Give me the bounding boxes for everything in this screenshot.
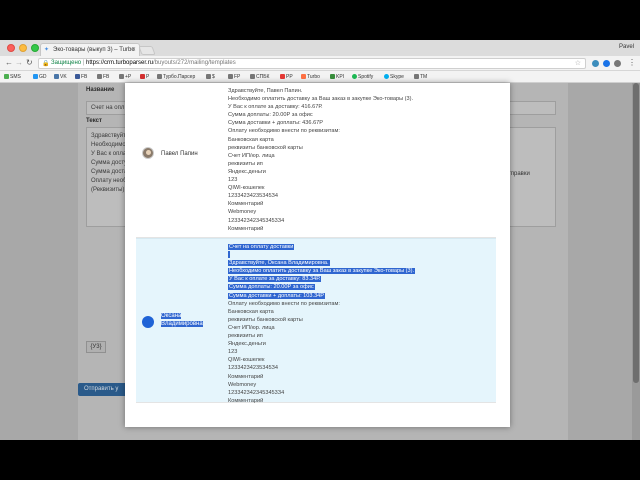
zoom-window-button[interactable] [31,44,39,52]
message-preview: Здравствуйте, Павел Папин. Необходимо оп… [228,88,414,232]
bookmark-item[interactable]: Турбо.Парсер [157,74,195,80]
folder-icon [119,74,124,79]
bookmark-item[interactable]: VK [54,74,67,80]
letterbox-bottom [0,440,640,480]
browser-window: ✦ Эко-товары (выкуп 3) – Turbo ✕ Pavel ←… [0,40,640,440]
recipient-name: Павел Папин [161,151,198,157]
message-preview: Счет на оплату доставки Здравствуйте, Ок… [228,244,416,404]
forward-arrow-icon[interactable]: → [15,59,23,67]
rocket-icon [301,74,306,79]
bookmark-item[interactable]: FB [75,74,87,80]
bookmark-item[interactable]: TM [414,74,427,80]
tab-title: Эко-товары (выкуп 3) – Turbo [53,47,135,53]
new-tab-button[interactable] [138,46,156,55]
preview-modal: Павел Папин Здравствуйте, Павел Папин. Н… [125,83,510,427]
lock-icon: 🔒 [42,61,50,67]
extension-icon[interactable] [614,60,621,67]
address-bar[interactable]: 🔒 Защищено | https://crm.turboparser.ru/… [38,58,586,69]
secure-label: Защищено [51,60,82,66]
folder-icon [414,74,419,79]
recipient-name: Оксана Владимировна [161,313,203,327]
message-icon [4,74,9,79]
menu-dots-icon[interactable]: ⋮ [628,59,636,67]
scroll-thumb[interactable] [633,83,639,383]
bookmark-item[interactable]: Turbo [301,74,320,80]
profile-name[interactable]: Pavel [619,44,634,50]
folder-icon [97,74,102,79]
bookmark-item[interactable]: $ [206,74,215,80]
recipient-row: Оксана Владимировна Счет на оплату доста… [136,238,496,404]
text-field-label: Текст [86,118,102,124]
variable-chip[interactable]: {У3} [86,341,106,353]
bookmark-item[interactable]: +P [119,74,131,80]
facebook-icon [75,74,80,79]
url-path: /buyouts/272/mailing/templates [153,60,236,66]
minimize-window-button[interactable] [19,44,27,52]
title-bar: ✦ Эко-товары (выкуп 3) – Turbo ✕ Pavel [0,40,640,56]
name-field-label: Название [86,87,115,93]
avatar [142,316,154,328]
bookmark-star-icon[interactable]: ☆ [575,59,581,68]
folder-icon [250,74,255,79]
rocket-icon: ✦ [44,47,50,53]
bookmark-item[interactable]: FB [97,74,109,80]
bookmark-item[interactable]: PP [280,74,293,80]
drive-icon [33,74,38,79]
bookmark-item[interactable]: Skype [384,74,404,80]
toolbar: ← → ↻ 🔒 Защищено | https://crm.turbopars… [0,56,640,71]
reload-icon[interactable]: ↻ [26,59,33,67]
extension-icon[interactable] [592,60,599,67]
letterbox-top [0,0,640,40]
close-window-button[interactable] [7,44,15,52]
bookmark-item[interactable]: Spotify [352,74,373,80]
kpi-icon [330,74,335,79]
bookmark-item[interactable]: СПБК [250,74,269,80]
extension-icon[interactable] [603,60,610,67]
avatar [142,147,154,159]
folder-icon [206,74,211,79]
folder-icon [157,74,162,79]
pinterest-icon [140,74,145,79]
browser-tab[interactable]: ✦ Эко-товары (выкуп 3) – Turbo ✕ [40,43,140,56]
back-arrow-icon[interactable]: ← [5,59,13,67]
page-scrollbar[interactable] [632,83,640,440]
skype-icon [384,74,389,79]
bookmark-item[interactable]: FP [228,74,240,80]
bookmark-icon [280,74,285,79]
spotify-icon [352,74,357,79]
recipient-row: Павел Папин Здравствуйте, Павел Папин. Н… [136,83,496,238]
bookmarks-bar: SMS GD VK FB FB +P P Турбо.Парсер $ FP С… [0,71,640,83]
bookmark-item[interactable]: P [140,74,149,80]
url-domain: https://crm.turboparser.ru [86,60,154,66]
close-icon[interactable]: ✕ [131,46,136,53]
side-text: тправки [508,171,530,177]
vk-icon [54,74,59,79]
bookmark-item[interactable]: SMS [4,74,21,80]
folder-icon [228,74,233,79]
send-button[interactable]: Отправить у [78,383,128,396]
bookmark-item[interactable]: KPI [330,74,344,80]
bookmark-item[interactable]: GD [33,74,47,80]
